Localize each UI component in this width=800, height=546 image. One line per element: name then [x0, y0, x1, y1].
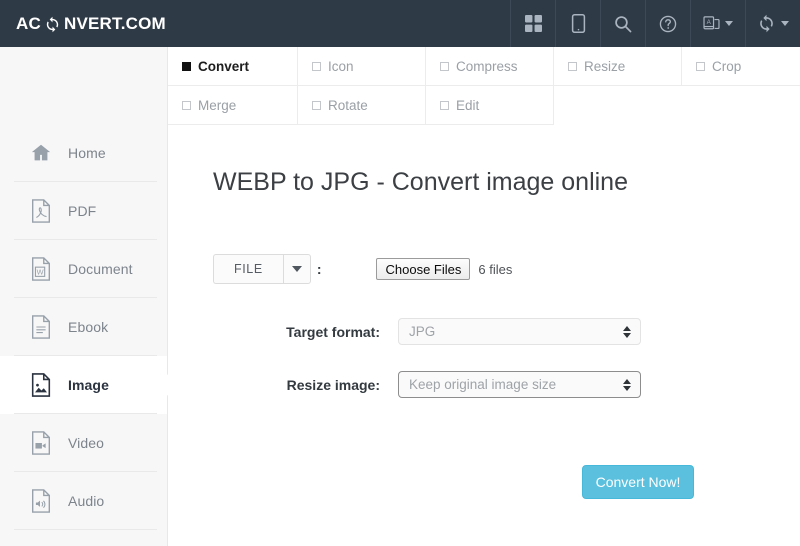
file-source-button[interactable]: FILE	[213, 254, 283, 284]
sidebar-item-audio[interactable]: Audio	[0, 472, 167, 530]
tab-marker-icon	[440, 61, 449, 71]
logo-text-suffix: NVERT.COM	[63, 13, 166, 33]
tab-label: Edit	[456, 97, 480, 113]
header-spacer	[166, 0, 510, 47]
chevron-down-icon	[725, 21, 733, 26]
select-spinner-icon	[622, 324, 631, 340]
main-content: WEBP to JPG - Convert image online FILE …	[168, 126, 800, 546]
tab-marker-icon	[696, 61, 705, 71]
grid-icon[interactable]	[510, 0, 555, 47]
page-root: AC NVERT.COM A Home PDF W Document Ebook…	[0, 0, 800, 546]
sidebar-item-label: Document	[68, 261, 133, 277]
refresh-cycle-icon	[44, 16, 61, 33]
tab-label: Rotate	[328, 97, 368, 113]
tab-empty-cell	[554, 86, 682, 125]
file-source-select[interactable]: FILE	[213, 254, 311, 284]
logo-text-prefix: AC	[16, 13, 41, 33]
sidebar-item-label: Audio	[68, 493, 105, 509]
tab-edit[interactable]: Edit	[426, 86, 554, 125]
sidebar-item-label: Image	[68, 377, 109, 393]
resize-image-value: Keep original image size	[409, 377, 557, 392]
tab-label: Compress	[456, 58, 518, 74]
tool-tabs-row-1: Convert Icon Compress Resize Crop	[168, 47, 800, 86]
ebook-file-icon	[28, 314, 54, 340]
app-header: AC NVERT.COM A	[0, 0, 800, 47]
tool-tabs: Convert Icon Compress Resize Crop Merge …	[168, 47, 800, 125]
target-format-select[interactable]: JPG	[398, 318, 641, 345]
target-format-row: Target format: JPG	[213, 318, 641, 345]
tablet-icon[interactable]	[555, 0, 600, 47]
selected-file-count: 6 files	[478, 261, 513, 277]
tab-marker-icon	[568, 61, 577, 71]
convert-refresh-icon[interactable]	[745, 0, 800, 47]
choose-files-button[interactable]: Choose Files	[376, 258, 471, 280]
tab-label: Resize	[584, 58, 626, 74]
tool-tabs-row-2: Merge Rotate Edit	[168, 86, 800, 125]
resize-image-row: Resize image: Keep original image size	[213, 371, 641, 398]
chevron-down-icon	[781, 21, 789, 26]
search-icon[interactable]	[600, 0, 645, 47]
site-logo[interactable]: AC NVERT.COM	[0, 0, 166, 47]
help-icon[interactable]	[645, 0, 690, 47]
tab-marker-icon	[182, 100, 191, 110]
tab-compress[interactable]: Compress	[426, 47, 554, 86]
sidebar-divider	[14, 529, 157, 530]
resize-image-select[interactable]: Keep original image size	[398, 371, 641, 398]
tab-marker-icon	[312, 61, 321, 71]
file-upload-input[interactable]: Choose Files 6 files	[376, 258, 512, 280]
sidebar-item-label: PDF	[68, 203, 97, 219]
caret-down-icon	[291, 266, 302, 272]
tab-label: Convert	[198, 58, 250, 74]
sidebar-top-spacer	[0, 47, 167, 124]
tab-icon[interactable]: Icon	[298, 47, 426, 86]
image-file-icon	[28, 372, 54, 398]
sidebar-item-label: Video	[68, 435, 105, 451]
tab-label: Merge	[198, 97, 237, 113]
home-icon	[28, 140, 54, 166]
select-spinner-icon	[622, 377, 631, 393]
file-source-row: FILE : Choose Files 6 files	[213, 254, 512, 284]
tab-resize[interactable]: Resize	[554, 47, 682, 86]
tab-rotate[interactable]: Rotate	[298, 86, 426, 125]
word-file-icon: W	[28, 256, 54, 282]
sidebar-item-label: Ebook	[68, 319, 109, 335]
target-format-value: JPG	[409, 324, 436, 339]
pdf-file-icon	[28, 198, 54, 224]
audio-file-icon	[28, 488, 54, 514]
convert-now-button[interactable]: Convert Now!	[582, 465, 694, 499]
svg-text:W: W	[37, 268, 44, 277]
sidebar-item-document[interactable]: W Document	[0, 240, 167, 298]
tab-marker-icon	[312, 100, 321, 110]
sidebar-item-home[interactable]: Home	[0, 124, 167, 182]
sidebar-item-ebook[interactable]: Ebook	[0, 298, 167, 356]
sidebar-item-label: Home	[68, 145, 106, 161]
target-format-label: Target format:	[286, 323, 380, 340]
tab-marker-icon	[182, 61, 191, 71]
file-source-dropdown-toggle[interactable]	[282, 254, 311, 284]
sidebar: Home PDF W Document Ebook Image Video Au…	[0, 47, 180, 546]
sidebar-item-image[interactable]: Image	[0, 356, 180, 414]
tab-label: Crop	[712, 58, 742, 74]
svg-text:A: A	[707, 19, 712, 26]
video-file-icon	[28, 430, 54, 456]
sidebar-item-video[interactable]: Video	[0, 414, 167, 472]
resize-image-label: Resize image:	[286, 376, 380, 393]
tab-convert[interactable]: Convert	[168, 47, 298, 86]
tab-crop[interactable]: Crop	[682, 47, 800, 86]
language-icon[interactable]: A	[690, 0, 745, 47]
tab-merge[interactable]: Merge	[168, 86, 298, 125]
page-title: WEBP to JPG - Convert image online	[213, 168, 628, 196]
tab-empty-cell	[682, 86, 800, 125]
tab-label: Icon	[328, 58, 354, 74]
sidebar-item-pdf[interactable]: PDF	[0, 182, 167, 240]
header-icon-bar: A	[510, 0, 800, 47]
file-source-colon: :	[316, 261, 322, 277]
tab-marker-icon	[440, 100, 449, 110]
